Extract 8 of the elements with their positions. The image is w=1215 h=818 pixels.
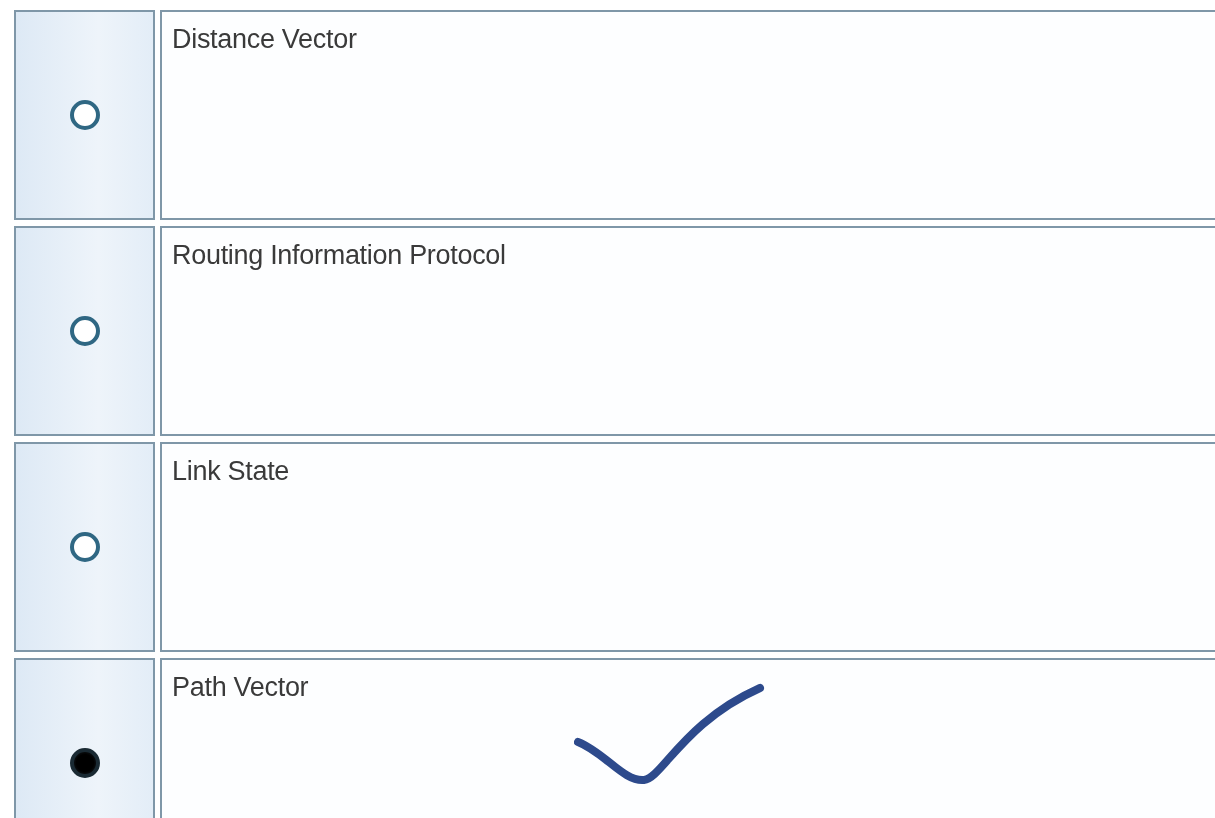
radio-button[interactable] bbox=[69, 316, 100, 346]
option-label: Path Vector bbox=[172, 672, 309, 702]
option-label: Link State bbox=[172, 456, 290, 486]
radio-button[interactable] bbox=[69, 100, 100, 130]
option-label: Distance Vector bbox=[172, 24, 357, 54]
option-label: Routing Information Protocol bbox=[172, 240, 506, 270]
radio-button[interactable] bbox=[69, 748, 100, 778]
radio-button[interactable] bbox=[69, 532, 100, 562]
